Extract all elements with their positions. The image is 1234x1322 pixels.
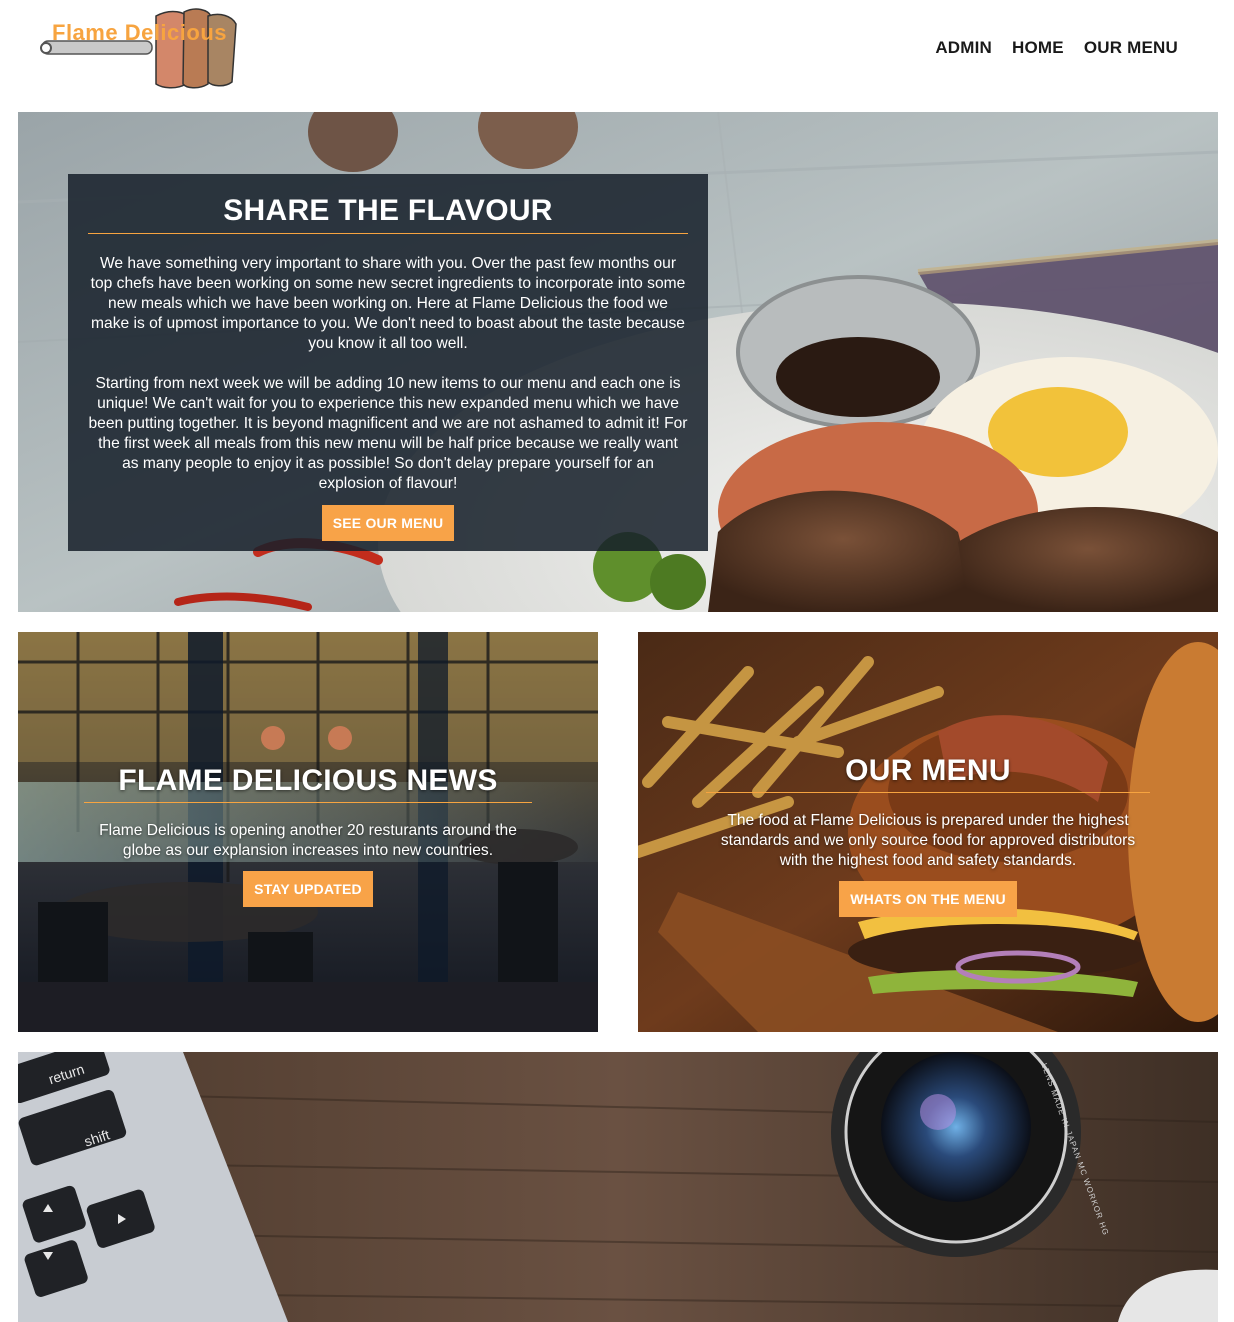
site-header: Flame Delicious ADMIN HOME OUR MENU	[0, 0, 1234, 112]
nav-admin[interactable]: ADMIN	[935, 38, 992, 58]
menu-overlay: OUR MENU The food at Flame Delicious is …	[706, 754, 1150, 917]
news-section: FLAME DELICIOUS NEWS Flame Delicious is …	[18, 632, 598, 1032]
nav-home[interactable]: HOME	[1012, 38, 1064, 58]
whats-on-the-menu-button[interactable]: WHATS ON THE MENU	[839, 881, 1017, 917]
hero-paragraph-1: We have something very important to shar…	[90, 255, 686, 352]
menu-text: The food at Flame Delicious is prepared …	[720, 812, 1136, 869]
see-our-menu-button[interactable]: SEE OUR MENU	[321, 505, 455, 541]
menu-section: OUR MENU The food at Flame Delicious is …	[638, 632, 1218, 1032]
stay-updated-button[interactable]: STAY UPDATED	[243, 871, 373, 907]
news-overlay: FLAME DELICIOUS NEWS Flame Delicious is …	[84, 764, 532, 907]
laptop-camera-photo	[18, 1052, 1218, 1322]
logo[interactable]: Flame Delicious	[36, 4, 246, 90]
hero-paragraph-2: Starting from next week we will be addin…	[88, 375, 688, 492]
news-title: FLAME DELICIOUS NEWS	[84, 764, 532, 803]
spatula-logo-icon	[40, 8, 237, 89]
workspace-section: return shift LENS MADE IN JAPAN MC WORKO…	[18, 1052, 1218, 1322]
hero-text-box: SHARE THE FLAVOUR We have something very…	[68, 174, 708, 551]
hero-section: SHARE THE FLAVOUR We have something very…	[18, 112, 1218, 612]
news-text: Flame Delicious is opening another 20 re…	[99, 822, 517, 859]
menu-title: OUR MENU	[706, 754, 1150, 793]
nav-our-menu[interactable]: OUR MENU	[1084, 38, 1178, 58]
main-nav: ADMIN HOME OUR MENU	[935, 38, 1178, 58]
hero-title: SHARE THE FLAVOUR	[88, 194, 688, 234]
logo-text: Flame Delicious	[52, 20, 228, 45]
